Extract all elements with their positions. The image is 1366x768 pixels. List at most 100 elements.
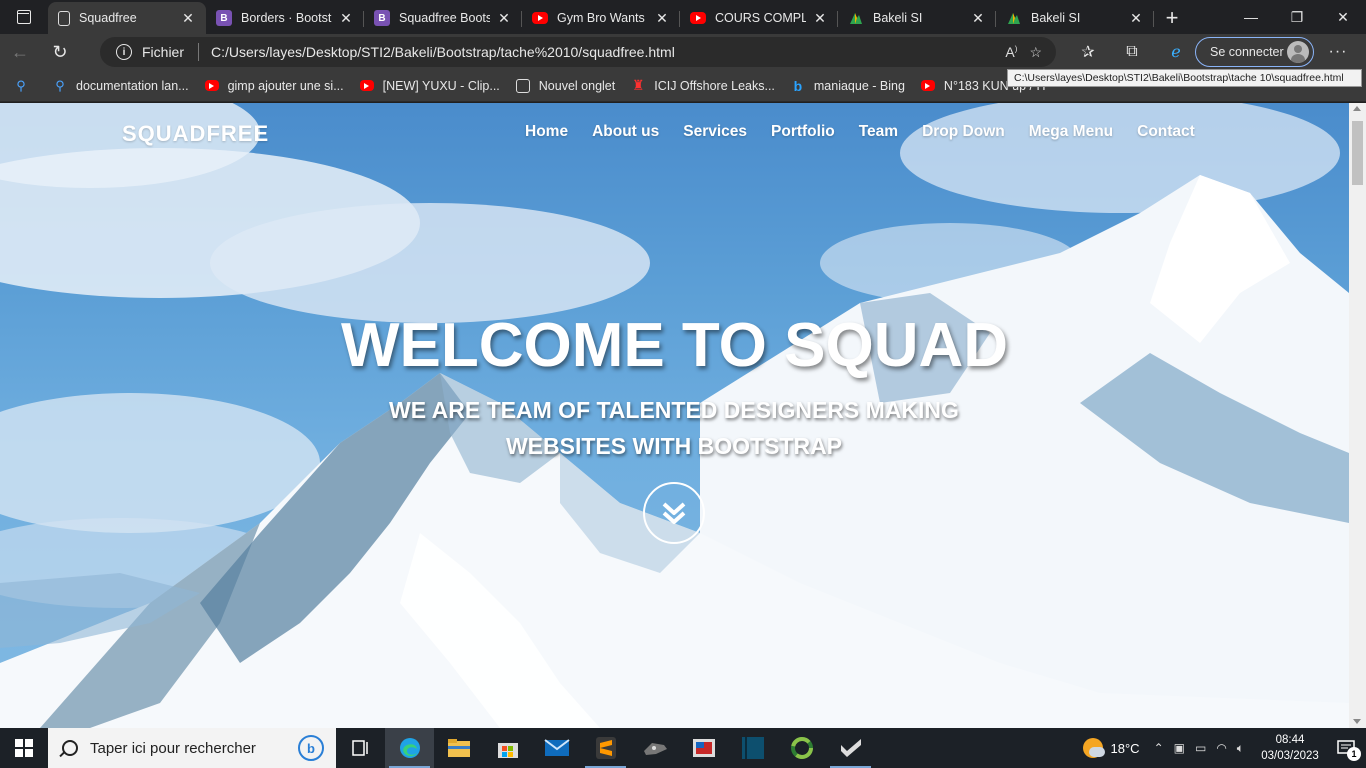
favorites-icon[interactable]: ✰ <box>1066 37 1110 67</box>
toolbar-actions: ✰ ⧉ ℯ <box>1066 37 1198 67</box>
favorite-label: ICIJ Offshore Leaks... <box>654 78 775 93</box>
more-options-icon[interactable]: ··· <box>1322 37 1354 67</box>
nav-mega-menu[interactable]: Mega Menu <box>1029 123 1113 141</box>
taskbar-file-explorer[interactable] <box>434 728 483 768</box>
close-icon[interactable]: ✕ <box>654 10 670 27</box>
page-icon <box>58 10 70 26</box>
address-bar[interactable]: i Fichier C:/Users/layes/Desktop/STI2/Ba… <box>100 37 1056 67</box>
tab-bakeli-1[interactable]: Bakeli SI ✕ <box>838 2 996 34</box>
close-icon[interactable]: ✕ <box>812 10 828 27</box>
back-button[interactable]: ← <box>0 36 40 68</box>
search-placeholder: Taper ici pour rechercher <box>90 739 256 757</box>
nav-about-us[interactable]: About us <box>592 123 659 141</box>
task-view-button[interactable] <box>336 728 385 768</box>
close-icon[interactable]: ✕ <box>338 10 354 27</box>
clock[interactable]: 08:44 03/03/2023 <box>1254 732 1326 764</box>
nav-services[interactable]: Services <box>683 123 747 141</box>
read-aloud-icon[interactable]: A) <box>1005 44 1017 61</box>
device-icon[interactable]: ▣ <box>1174 741 1185 756</box>
scroll-down-button[interactable] <box>643 482 705 544</box>
close-window-button[interactable]: ✕ <box>1320 0 1366 34</box>
bing-icon: b <box>793 77 803 94</box>
scrollbar-thumb[interactable] <box>1352 121 1363 185</box>
brand-logo[interactable]: SQUADFREE <box>122 121 269 147</box>
tab-bakeli-2[interactable]: Bakeli SI ✕ <box>996 2 1154 34</box>
scroll-up-arrow[interactable] <box>1353 106 1361 111</box>
nav-home[interactable]: Home <box>525 123 568 141</box>
info-icon[interactable]: i <box>116 44 132 60</box>
page-viewport: SQUADFREE Home About us Services Portfol… <box>0 103 1366 728</box>
nav-team[interactable]: Team <box>859 123 898 141</box>
notification-center-button[interactable]: 1 <box>1326 728 1366 768</box>
taskbar-sublime[interactable] <box>581 728 630 768</box>
nav-drop-down[interactable]: Drop Down <box>922 123 1005 141</box>
new-tab-button[interactable]: + <box>1154 2 1190 34</box>
newtab-icon <box>515 78 530 93</box>
volume-icon[interactable]: 🔈︎ <box>1237 741 1244 756</box>
window-controls: — ❐ ✕ <box>1228 0 1366 34</box>
close-icon[interactable]: ✕ <box>1128 10 1144 27</box>
hero-subtitle: WE ARE TEAM OF TALENTED DESIGNERS MAKING… <box>389 397 959 459</box>
favorite-item[interactable]: gimp ajouter une si... <box>204 79 344 93</box>
hero-title: WELCOME TO SQUAD <box>340 311 1009 380</box>
tab-title: Squadfree Bootstr <box>399 11 490 25</box>
taskbar-search[interactable]: Taper ici pour rechercher b <box>48 728 336 768</box>
favorite-item[interactable]: [NEW] YUXU - Clip... <box>359 79 500 93</box>
favorite-item[interactable]: ⚲ documentation lan... <box>53 78 188 93</box>
folder-icon <box>447 739 470 757</box>
tab-cours-complet[interactable]: COURS COMPLET ✕ <box>680 2 838 34</box>
media-icon <box>692 739 715 757</box>
hero-section: SQUADFREE Home About us Services Portfol… <box>0 103 1349 728</box>
youtube-icon <box>690 12 706 24</box>
tab-squadfree[interactable]: Squadfree ✕ <box>48 2 206 34</box>
tab-squadfree-bootstrap[interactable]: B Squadfree Bootstr ✕ <box>364 2 522 34</box>
taskbar-app-vscode[interactable] <box>826 728 875 768</box>
scroll-down-arrow[interactable] <box>1353 719 1361 724</box>
tab-gym-bro[interactable]: Gym Bro Wants W ✕ <box>522 2 680 34</box>
battery-icon[interactable]: ▭ <box>1195 741 1206 756</box>
nav-portfolio[interactable]: Portfolio <box>771 123 835 141</box>
signin-label: Se connecter <box>1210 45 1284 59</box>
close-icon[interactable]: ✕ <box>180 10 196 27</box>
wifi-icon[interactable]: ◠ <box>1216 741 1226 756</box>
youtube-icon <box>532 12 548 24</box>
nav-contact[interactable]: Contact <box>1137 123 1195 141</box>
taskbar-app-ring[interactable] <box>777 728 826 768</box>
bootstrap-icon: B <box>216 10 232 26</box>
restore-button[interactable]: ❐ <box>1274 0 1320 34</box>
minimize-button[interactable]: — <box>1228 0 1274 34</box>
main-nav: Home About us Services Portfolio Team Dr… <box>525 123 1195 141</box>
url-text[interactable]: C:/Users/layes/Desktop/STI2/Bakeli/Boots… <box>211 44 1005 60</box>
signin-button[interactable]: Se connecter <box>1195 37 1314 67</box>
tab-title: Bakeli SI <box>873 11 923 25</box>
edge-icon[interactable]: ℯ <box>1154 37 1198 67</box>
refresh-button[interactable]: ↻ <box>40 36 80 68</box>
store-icon <box>497 743 518 758</box>
icij-icon: ♜ <box>631 77 645 93</box>
taskbar-store[interactable] <box>483 728 532 768</box>
taskbar-edge[interactable] <box>385 728 434 768</box>
tab-actions-button[interactable] <box>0 0 48 34</box>
favorite-item[interactable]: Nouvel onglet <box>515 78 615 93</box>
favorite-item[interactable]: ⚲ <box>14 78 37 93</box>
windows-icon <box>15 739 33 757</box>
favorite-item[interactable]: b maniaque - Bing <box>791 77 905 94</box>
page-scrollbar[interactable] <box>1349 103 1366 728</box>
chevron-up-icon[interactable]: ⌃ <box>1154 741 1164 756</box>
add-favorite-icon[interactable]: ☆ <box>1029 44 1042 61</box>
avatar <box>1287 41 1309 63</box>
taskbar-app-terminal[interactable] <box>728 728 777 768</box>
taskbar-app-game[interactable] <box>630 728 679 768</box>
start-button[interactable] <box>0 728 48 768</box>
taskbar-mail[interactable] <box>532 728 581 768</box>
collections-icon[interactable]: ⧉ <box>1110 37 1154 67</box>
favorite-item[interactable]: ♜ ICIJ Offshore Leaks... <box>631 77 775 93</box>
sublime-text-icon <box>595 737 616 759</box>
taskbar-app-media[interactable] <box>679 728 728 768</box>
close-icon[interactable]: ✕ <box>970 10 986 27</box>
close-icon[interactable]: ✕ <box>496 10 512 27</box>
bing-icon[interactable]: b <box>298 735 324 761</box>
weather-widget[interactable]: 18°C <box>1082 738 1140 758</box>
tab-borders-bootstrap[interactable]: B Borders · Bootstra ✕ <box>206 2 364 34</box>
scheme-label: Fichier <box>142 44 185 60</box>
